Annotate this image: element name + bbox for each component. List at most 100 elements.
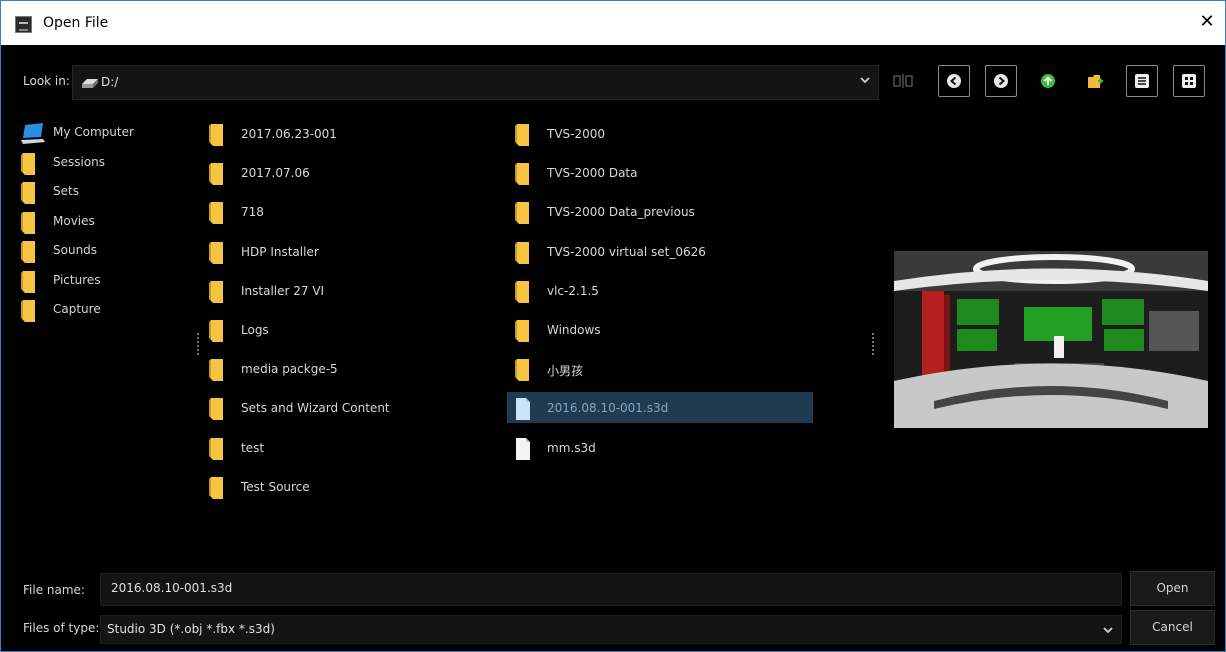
file-name-label: test [241, 440, 265, 455]
file-item[interactable]: mm.s3d [513, 430, 813, 469]
file-name-label: vlc-2.1.5 [547, 283, 599, 298]
window-title: Open File [43, 15, 109, 31]
file-type-select[interactable]: Studio 3D (*.obj *.fbx *.s3d) [100, 615, 1122, 644]
sidebar-item-label: Sounds [53, 243, 98, 257]
folder-item[interactable]: Logs [207, 312, 507, 351]
file-item-selected[interactable]: 2016.08.10-001.s3d [507, 390, 813, 429]
list-view-icon [1135, 74, 1149, 88]
file-name-label: HDP Installer [241, 244, 319, 259]
sidebar-item-sounds[interactable]: Sounds [19, 239, 189, 269]
file-name-label: Logs [241, 322, 269, 337]
look-in-label: Look in: [23, 74, 70, 88]
folder-item[interactable]: vlc-2.1.5 [513, 273, 813, 312]
folder-icon [515, 319, 529, 342]
folder-item[interactable]: 2017.06.23-001 [207, 116, 507, 155]
file-name-label: Windows [547, 322, 601, 337]
folder-icon [209, 202, 223, 225]
folder-icon [21, 241, 35, 263]
folder-icon [515, 280, 529, 303]
folder-item[interactable]: test [207, 430, 507, 469]
title-bar: Open File ✕ [1, 1, 1225, 45]
sidebar-item-my-computer[interactable]: My Computer [19, 121, 189, 151]
preview-splitter[interactable] [872, 333, 874, 355]
folder-icon [21, 300, 35, 322]
up-folder-icon [1041, 74, 1055, 88]
file-name-input[interactable] [111, 581, 911, 595]
file-name-label: TVS-2000 virtual set_0626 [547, 244, 706, 259]
file-name-label: TVS-2000 Data_previous [547, 205, 695, 220]
file-name-label: Test Source [241, 479, 310, 494]
new-folder-button[interactable] [1079, 65, 1111, 97]
chevron-down-icon[interactable] [1103, 625, 1113, 635]
app-icon [15, 16, 32, 33]
file-name-label: 718 [241, 205, 264, 220]
folder-item[interactable]: 718 [207, 194, 507, 233]
folder-item[interactable]: media packge-5 [207, 351, 507, 390]
close-button[interactable]: ✕ [1197, 11, 1217, 33]
folder-item[interactable]: TVS-2000 Data [513, 155, 813, 194]
folder-item[interactable]: Windows [513, 312, 813, 351]
sidebar-item-label: Sessions [53, 154, 106, 169]
file-name-label: Installer 27 VI [241, 283, 325, 298]
look-in-combo[interactable]: D:/ [72, 65, 879, 100]
back-button[interactable] [938, 65, 970, 97]
file-name-input-box[interactable] [100, 573, 1122, 606]
cancel-button[interactable]: Cancel [1130, 610, 1215, 645]
detail-view-icon [1182, 74, 1196, 88]
folder-item[interactable]: Installer 27 VI [207, 273, 507, 312]
file-name-field-label: File name: [23, 583, 85, 597]
folder-icon [209, 359, 223, 382]
folder-icon [209, 124, 223, 146]
detail-view-button[interactable] [1173, 65, 1205, 97]
sidebar-item-movies[interactable]: Movies [19, 210, 189, 240]
folder-item[interactable]: 小男孩 [513, 351, 813, 390]
drive-icon [82, 79, 98, 88]
folder-icon [515, 202, 529, 225]
folder-icon [209, 280, 223, 303]
folder-icon [515, 241, 529, 264]
folder-item[interactable]: TVS-2000 Data_previous [513, 194, 813, 233]
sidebar-item-label: Movies [53, 213, 95, 228]
file-icon [516, 398, 530, 421]
folder-item[interactable]: TVS-2000 virtual set_0626 [513, 234, 813, 273]
folder-icon [209, 398, 223, 421]
folder-item[interactable]: Test Source [207, 469, 507, 508]
sidebar-item-capture[interactable]: Capture [19, 298, 189, 328]
folder-icon [21, 152, 35, 175]
up-folder-button[interactable] [1032, 65, 1064, 97]
folder-icon [21, 211, 35, 234]
forward-button[interactable] [985, 65, 1017, 97]
disk-link-icon [893, 74, 913, 88]
file-type-field-label: Files of type: [23, 621, 100, 635]
open-file-dialog: Open File ✕ Look in: D:/ My Computer Ses… [0, 0, 1226, 652]
file-name-label: TVS-2000 [547, 127, 606, 141]
file-name-label: 2016.08.10-001.s3d [547, 401, 669, 416]
folder-icon [515, 163, 529, 186]
sidebar-item-pictures[interactable]: Pictures [19, 269, 189, 299]
folder-icon [209, 163, 223, 186]
disk-link-button[interactable] [887, 65, 919, 97]
folder-item[interactable]: 2017.07.06 [207, 155, 507, 194]
folder-item[interactable]: HDP Installer [207, 234, 507, 273]
sidebar-item-sets[interactable]: Sets [19, 180, 189, 210]
file-list-column-1: 2017.06.23-001 2017.07.06 718 HDP Instal… [207, 116, 507, 508]
open-button[interactable]: Open [1130, 571, 1215, 606]
places-sidebar: My Computer Sessions Sets Movies Sounds … [19, 121, 189, 328]
chevron-down-icon[interactable] [860, 75, 870, 85]
file-name-label: Sets and Wizard Content [241, 401, 390, 416]
preview-image [894, 251, 1208, 428]
file-name-label: 2017.06.23-001 [241, 127, 337, 141]
sidebar-splitter[interactable] [197, 333, 199, 355]
file-type-value: Studio 3D (*.obj *.fbx *.s3d) [107, 622, 275, 636]
file-name-label: 小男孩 [547, 364, 584, 379]
sidebar-item-label: Pictures [53, 272, 101, 287]
sidebar-item-label: Capture [53, 302, 101, 316]
list-view-button[interactable] [1126, 65, 1158, 97]
sidebar-item-sessions[interactable]: Sessions [19, 151, 189, 181]
sidebar-item-label: Sets [53, 184, 79, 198]
computer-icon [21, 123, 45, 144]
folder-icon [209, 476, 223, 499]
sidebar-item-label: My Computer [53, 125, 134, 139]
folder-item[interactable]: Sets and Wizard Content [207, 390, 507, 429]
folder-item[interactable]: TVS-2000 [513, 116, 813, 155]
